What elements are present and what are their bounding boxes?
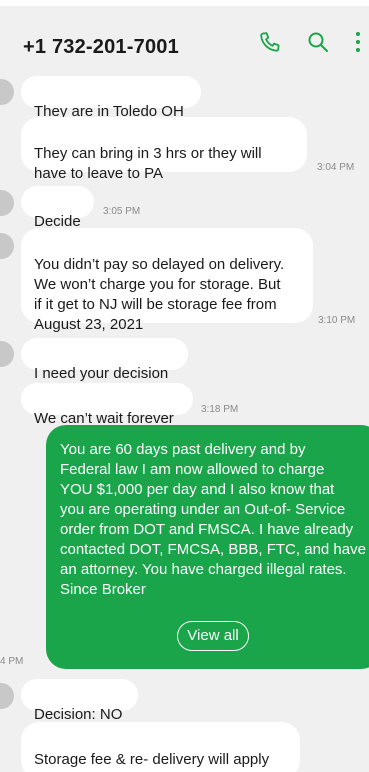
message-text: You didn’t pay so delayed on delivery. W… [34, 256, 285, 333]
incoming-message[interactable]: They are in Toledo OH [21, 76, 201, 120]
message-timestamp: 3:04 PM [317, 162, 355, 173]
incoming-message[interactable]: Decide [21, 186, 94, 230]
message-text: Storage fee & re- delivery will apply se… [34, 751, 270, 772]
search-icon[interactable] [306, 30, 330, 54]
message-text: You are 60 days past delivery and by Fed… [60, 441, 366, 598]
outgoing-message[interactable]: You are 60 days past delivery and by Fed… [46, 425, 369, 669]
contact-avatar[interactable] [0, 341, 14, 367]
message-timestamp: 3:05 PM [103, 206, 141, 217]
more-vertical-icon[interactable] [354, 30, 366, 54]
contact-number[interactable]: +1 732-201-7001 [23, 36, 179, 59]
contact-avatar[interactable] [0, 79, 14, 105]
incoming-message[interactable]: I need your decision [21, 338, 188, 382]
message-timestamp: 3:18 PM [201, 404, 239, 415]
contact-avatar[interactable] [0, 233, 14, 259]
message-text: They can bring in 3 hrs or they will hav… [34, 145, 262, 182]
incoming-message[interactable]: Decision: NO [21, 679, 138, 723]
message-text: I need your decision [34, 365, 169, 382]
message-text: Decision: NO [34, 706, 123, 723]
incoming-message[interactable]: Storage fee & re- delivery will apply se… [21, 722, 300, 772]
phone-icon[interactable] [258, 30, 282, 54]
message-timestamp: 4 PM [0, 656, 24, 667]
incoming-message[interactable]: You didn’t pay so delayed on delivery. W… [21, 228, 313, 333]
contact-avatar[interactable] [0, 190, 14, 216]
incoming-message[interactable]: We can’t wait forever [21, 383, 193, 427]
view-all-button[interactable]: View all [177, 621, 249, 651]
contact-avatar[interactable] [0, 683, 14, 709]
message-timestamp: 3:10 PM [318, 315, 356, 326]
incoming-message[interactable]: They can bring in 3 hrs or they will hav… [21, 117, 307, 182]
conversation-screen: +1 732-201-7001 They are in Toledo OH Th… [0, 0, 369, 772]
